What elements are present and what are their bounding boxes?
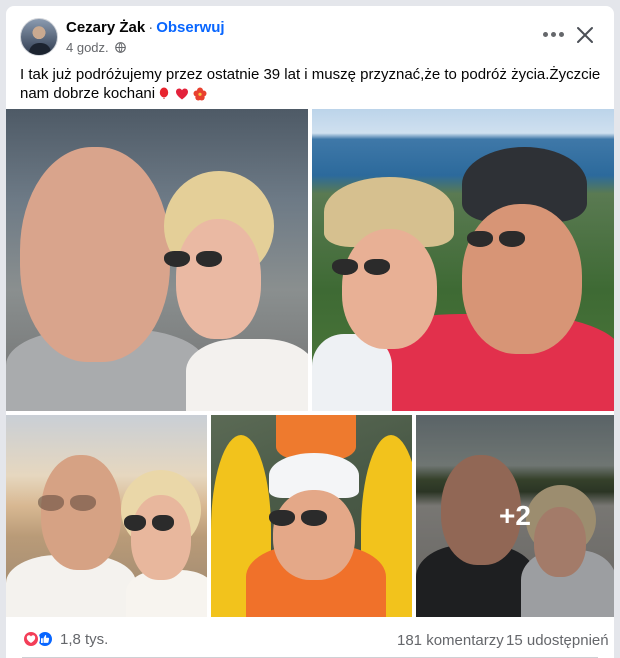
photo-5[interactable]: +2: [416, 415, 614, 617]
photo-4[interactable]: [211, 415, 412, 617]
post-text: I tak już podróżujemy przez ostatnie 39 …: [20, 65, 605, 103]
photo-grid: +2: [6, 109, 614, 617]
photo-3[interactable]: [6, 415, 207, 617]
author-name[interactable]: Cezary Żak: [66, 19, 145, 36]
separator-dot: ·: [148, 19, 154, 36]
comments-count[interactable]: 181 komentarzy: [397, 632, 504, 649]
photo-1[interactable]: [6, 109, 308, 411]
follow-button[interactable]: Obserwuj: [156, 19, 224, 36]
globe-icon: [114, 42, 126, 53]
post-header: Cezary Żak · Obserwuj 4 godz.: [6, 6, 614, 62]
post-meta: 4 godz.: [66, 40, 126, 55]
love-reaction-icon: [22, 630, 40, 648]
post-card: Cezary Żak · Obserwuj 4 godz. I tak już po…: [6, 6, 614, 658]
heart-emoji: [176, 88, 189, 100]
post-emojis: [157, 87, 207, 101]
balloon-emoji: [159, 87, 169, 100]
more-photos-count[interactable]: +2: [416, 415, 614, 617]
reaction-count: 1,8 tys.: [60, 630, 109, 648]
post-body: I tak już podróżujemy przez ostatnie 39 …: [20, 66, 601, 102]
reactions-summary[interactable]: 1,8 tys.: [22, 630, 108, 648]
post-time[interactable]: 4 godz.: [66, 40, 109, 55]
shares-count[interactable]: 15 udostępnień: [506, 632, 609, 649]
hibiscus-emoji: [193, 87, 207, 101]
author-line: Cezary Żak · Obserwuj: [66, 19, 225, 37]
close-icon[interactable]: [575, 25, 595, 45]
author-avatar[interactable]: [20, 18, 58, 56]
more-horizontal-icon[interactable]: [543, 32, 565, 38]
photo-2[interactable]: [312, 109, 614, 411]
post-stats: 1,8 tys. 181 komentarzy 15 udostępnień: [6, 617, 614, 658]
